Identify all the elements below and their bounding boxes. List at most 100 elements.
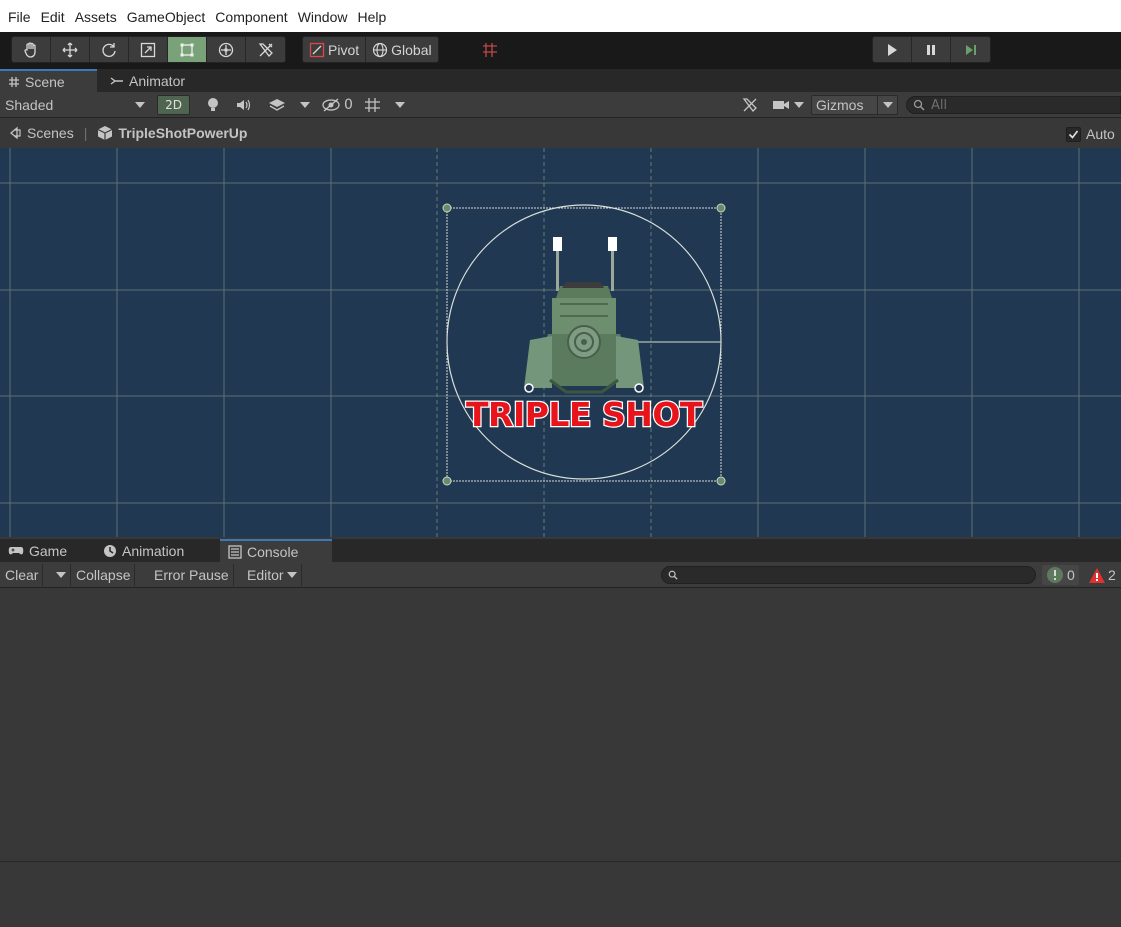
tab-animation-label: Animation [122, 542, 185, 559]
layers-icon [269, 99, 285, 111]
main-toolbar: Pivot Global [0, 32, 1121, 69]
custom-tool-button[interactable] [246, 37, 285, 62]
menu-gameobject[interactable]: GameObject [122, 0, 211, 32]
console-toolbar: Clear Collapse Error Pause Editor 0 2 [0, 562, 1121, 588]
shading-mode-label: Shaded [5, 97, 54, 113]
step-button[interactable] [951, 37, 990, 62]
menu-component[interactable]: Component [210, 0, 292, 32]
auto-save-checkbox[interactable] [1066, 126, 1081, 142]
eye-hidden-icon [322, 98, 340, 112]
scene-search-input[interactable]: All [906, 96, 1121, 114]
menu-window[interactable]: Window [293, 0, 353, 32]
collapse-label: Collapse [76, 567, 131, 583]
pivot-global-group: Pivot Global [302, 36, 439, 63]
prefab-cube-icon [98, 126, 113, 140]
chevron-down-icon [135, 102, 145, 108]
breadcrumb-scenes[interactable]: Scenes [8, 125, 74, 141]
rect-tool-button[interactable] [168, 37, 207, 62]
console-icon [228, 544, 242, 559]
global-button[interactable]: Global [366, 37, 437, 62]
clock-icon [103, 544, 117, 558]
warning-log-toggle[interactable]: 2 [1088, 565, 1116, 585]
editor-dropdown[interactable]: Editor [243, 564, 302, 586]
scene-viewport[interactable]: TRIPLE SHOT [0, 148, 1121, 537]
chevron-down-icon [55, 572, 66, 578]
play-button[interactable] [873, 37, 912, 62]
camera-icon [773, 101, 789, 109]
transform-icon [218, 42, 234, 57]
grid-snap-button[interactable] [474, 36, 506, 63]
playmode-controls [872, 36, 991, 63]
rotate-tool-button[interactable] [90, 37, 129, 62]
lighting-toggle[interactable] [205, 95, 221, 115]
shading-mode-dropdown[interactable]: Shaded [5, 95, 147, 115]
menu-help[interactable]: Help [352, 0, 391, 32]
grid-dropdown[interactable] [391, 95, 409, 115]
tab-console-label: Console [247, 543, 299, 560]
scene-tools-button[interactable] [740, 95, 760, 115]
effects-dropdown[interactable] [297, 95, 313, 115]
grid-toggle[interactable] [362, 95, 384, 115]
tools-icon [258, 42, 273, 57]
scene-hash-icon [8, 76, 20, 88]
tab-console[interactable]: Console [220, 539, 332, 562]
powerup-sprite [524, 237, 644, 394]
search-icon [913, 99, 925, 111]
search-icon [668, 570, 678, 580]
effects-toggle[interactable] [266, 95, 288, 115]
info-log-toggle[interactable]: 0 [1042, 565, 1079, 585]
rect-icon [180, 43, 194, 56]
scene-toolbar: Shaded 2D 0 Gizmos All [0, 92, 1121, 118]
console-search-input[interactable] [661, 566, 1036, 584]
scene-canvas[interactable]: TRIPLE SHOT [0, 148, 1121, 537]
chevron-down-icon [300, 102, 310, 108]
globe-icon [373, 42, 388, 57]
rotate-icon [102, 42, 116, 57]
2d-mode-button[interactable]: 2D [157, 95, 190, 115]
clear-label: Clear [5, 567, 39, 583]
tab-game[interactable]: Game [0, 539, 75, 562]
console-detail-pane[interactable] [0, 861, 1121, 927]
gizmos-button[interactable]: Gizmos [811, 95, 898, 115]
back-arrow-icon [9, 126, 21, 140]
scene-tab-bar: Scene Animator [0, 69, 1121, 92]
menu-assets[interactable]: Assets [70, 0, 122, 32]
gamepad-icon [8, 545, 24, 557]
tab-scene[interactable]: Scene [0, 69, 97, 92]
global-label: Global [391, 41, 432, 58]
error-pause-button[interactable]: Error Pause [150, 564, 234, 586]
pivot-button[interactable]: Pivot [303, 37, 367, 62]
menu-file[interactable]: File [2, 0, 36, 32]
gizmos-label: Gizmos [816, 97, 864, 113]
animator-icon [110, 75, 124, 87]
move-icon [62, 42, 78, 57]
breadcrumb-prefab-label: TripleShotPowerUp [118, 125, 248, 141]
audio-toggle[interactable] [235, 95, 255, 115]
tab-animator-label: Animator [129, 72, 186, 89]
chevron-down-icon [286, 572, 297, 578]
clear-button[interactable]: Clear [0, 564, 44, 586]
breadcrumb-prefab[interactable]: TripleShotPowerUp [97, 125, 247, 141]
pause-icon [927, 44, 935, 55]
transform-tool-button[interactable] [207, 37, 246, 62]
camera-dropdown[interactable] [770, 95, 806, 115]
auto-save-label: Auto [1086, 126, 1115, 142]
clear-options-dropdown[interactable] [51, 564, 71, 586]
tab-animation[interactable]: Animation [95, 539, 192, 562]
collapse-button[interactable]: Collapse [72, 564, 136, 586]
move-tool-button[interactable] [51, 37, 90, 62]
menu-edit[interactable]: Edit [36, 0, 70, 32]
menu-bar: File Edit Assets GameObject Component Wi… [0, 0, 1121, 32]
chevron-down-icon [882, 102, 893, 108]
play-icon [888, 43, 897, 56]
transform-tools [11, 36, 286, 63]
hand-tool-button[interactable] [12, 37, 51, 62]
gizmos-dropdown[interactable] [877, 96, 897, 114]
auto-save-toggle[interactable]: Auto [1066, 126, 1115, 142]
tab-animator[interactable]: Animator [102, 69, 193, 92]
tools-icon [742, 98, 757, 112]
hidden-objects-toggle[interactable]: 0 [318, 95, 356, 115]
scale-tool-button[interactable] [129, 37, 168, 62]
console-log-list[interactable] [0, 588, 1121, 861]
pause-button[interactable] [912, 37, 951, 62]
